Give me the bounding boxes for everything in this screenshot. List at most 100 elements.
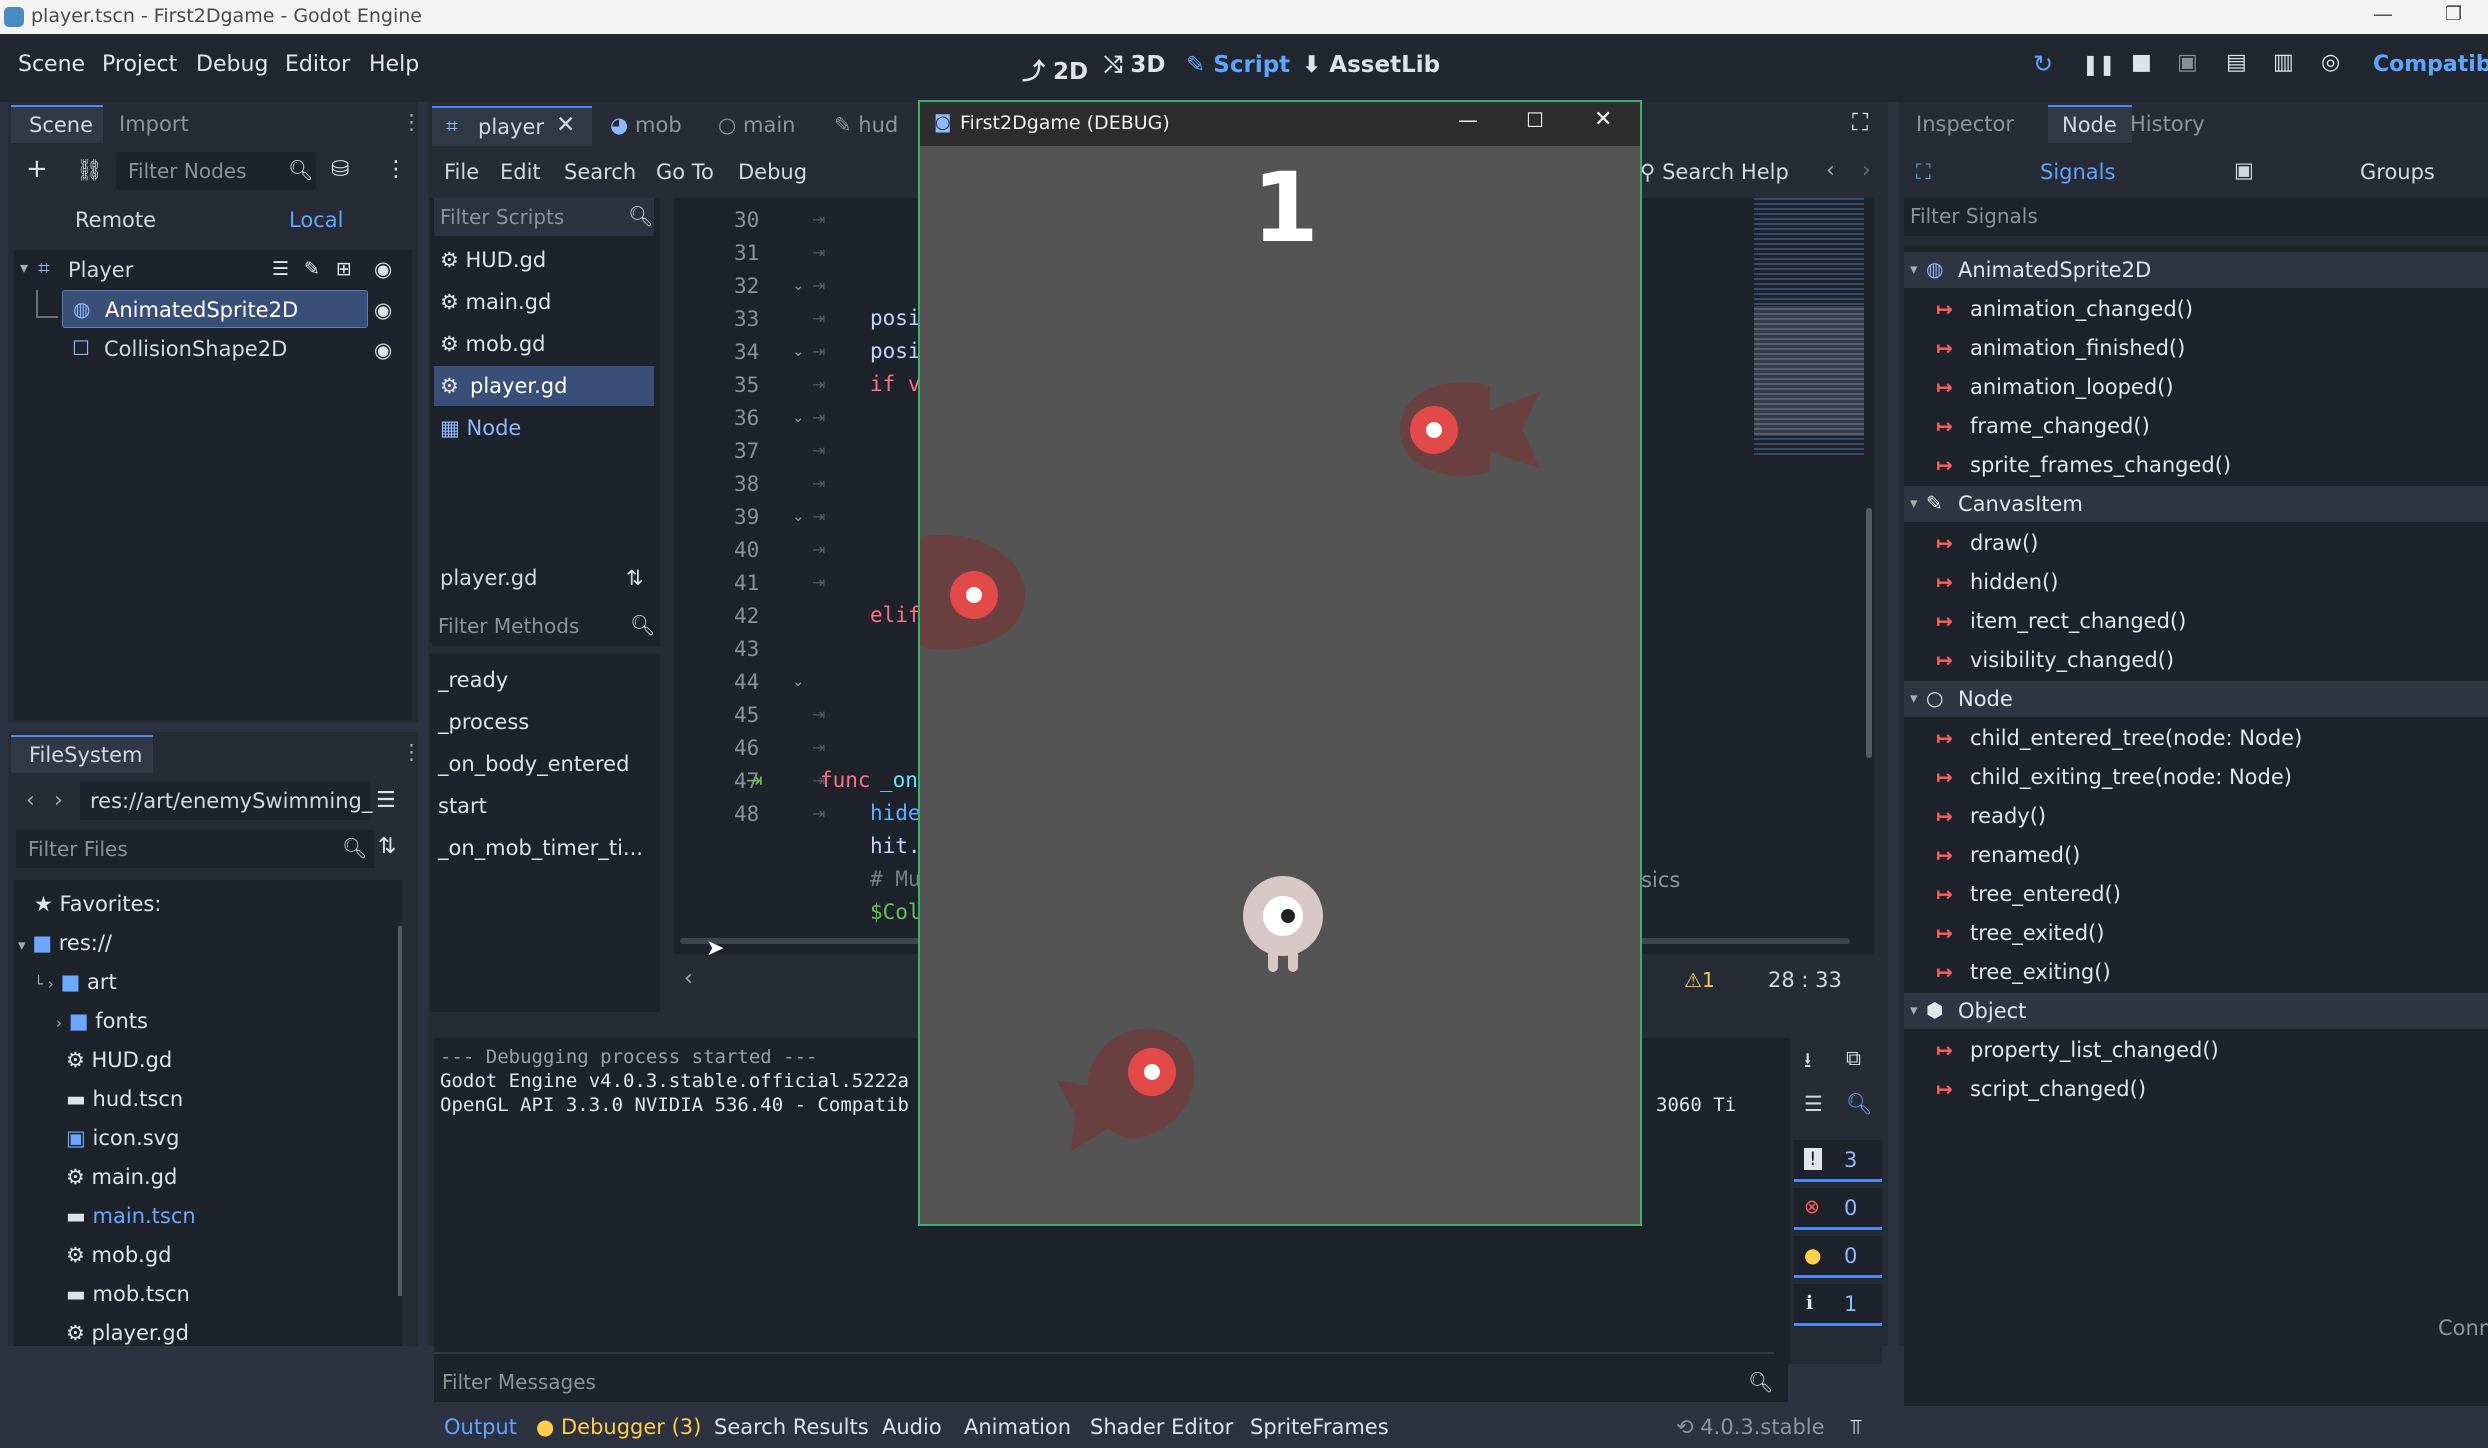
list-item[interactable]: ⚙ mob.gd	[66, 1243, 172, 1267]
signal-item[interactable]: ↦ item_rect_changed()	[1904, 603, 2488, 639]
add-node-icon[interactable]: +	[26, 154, 48, 184]
fold-icon[interactable]: ⌄	[792, 507, 805, 525]
forward-icon[interactable]: ›	[1862, 158, 1871, 183]
list-item[interactable]: ⚙ main.gd	[440, 290, 551, 314]
maximize-icon[interactable]: ☐	[1526, 108, 1544, 132]
tab-inspector[interactable]: Inspector	[1916, 112, 2014, 136]
collapse-icon[interactable]: ‹	[684, 966, 693, 991]
tab-spriteframes[interactable]: SpriteFrames	[1250, 1415, 1389, 1439]
list-item[interactable]: start	[438, 794, 487, 818]
list-item[interactable]: _process	[438, 710, 529, 734]
minimize-icon[interactable]: —	[1458, 108, 1478, 132]
fold-icon[interactable]: ⌄	[792, 672, 805, 690]
stop-icon[interactable]: ■	[2131, 50, 2152, 75]
tree-item-animatedsprite2d[interactable]: ◍ AnimatedSprite2D	[62, 290, 368, 328]
fold-icon[interactable]: ⌄	[792, 276, 805, 294]
visibility-icon[interactable]: ◉	[374, 257, 392, 281]
filter-messages-input[interactable]: Filter Messages 🔍︎	[434, 1364, 1788, 1402]
filter-files-input[interactable]: Filter Files 🔍︎	[16, 830, 374, 868]
split-view-icon[interactable]: ☰	[376, 788, 396, 813]
scrollbar[interactable]	[398, 926, 402, 1296]
signal-item[interactable]: ↦ tree_exiting()	[1904, 954, 2488, 990]
signal-item[interactable]: ↦ ready()	[1904, 798, 2488, 834]
signal-item[interactable]: ↦ child_entered_tree(node: Node)	[1904, 720, 2488, 756]
filter-messages-toggle[interactable]: ! 3	[1794, 1140, 1882, 1182]
list-item[interactable]: _ready	[438, 668, 508, 692]
signal-item[interactable]: ↦ tree_exited()	[1904, 915, 2488, 951]
filter-nodes-input[interactable]: Filter Nodes 🔍︎	[116, 152, 316, 190]
tab-import[interactable]: Import	[119, 112, 189, 136]
vertical-scrollbar[interactable]	[1866, 508, 1872, 758]
signals-tab[interactable]: Signals	[2040, 160, 2115, 184]
list-item[interactable]: ▬ mob.tscn	[66, 1282, 190, 1306]
forward-icon[interactable]: ›	[54, 788, 63, 813]
menu-edit[interactable]: Edit	[500, 160, 541, 184]
minimize-icon[interactable]: —	[2373, 2, 2393, 26]
menu-help[interactable]: Help	[369, 52, 419, 77]
restart-icon[interactable]: ↻	[2033, 50, 2053, 78]
list-item[interactable]: ★ Favorites:	[34, 892, 161, 916]
sort-icon[interactable]: ⇅	[378, 834, 396, 859]
dock-menu-icon[interactable]: ⋮	[401, 740, 422, 764]
signal-item[interactable]: ↦ hidden()	[1904, 564, 2488, 600]
scene-menu-icon[interactable]: ⋮	[385, 157, 407, 182]
signal-item[interactable]: ↦ property_list_changed()	[1904, 1032, 2488, 1068]
signal-item[interactable]: ↦ animation_finished()	[1904, 330, 2488, 366]
filter-errors-toggle[interactable]: ⊗ 0	[1794, 1188, 1882, 1230]
signal-group-header[interactable]: ▾ ✎ CanvasItem	[1904, 486, 2488, 522]
back-icon[interactable]: ‹	[1826, 158, 1835, 183]
tab-animation[interactable]: Animation	[964, 1415, 1071, 1439]
mode-script-button[interactable]: ✎ Script	[1186, 52, 1290, 78]
warning-counter[interactable]: ⚠1	[1684, 968, 1715, 992]
game-window[interactable]: ◙ First2Dgame (DEBUG) — ☐ ✕ 1	[918, 100, 1642, 1226]
menu-file[interactable]: File	[444, 160, 479, 184]
filter-methods-input[interactable]: Filter Methods 🔍︎	[432, 606, 660, 646]
list-item[interactable]: ⚙ mob.gd	[440, 332, 546, 356]
list-item-selected[interactable]: ⚙ player.gd	[434, 366, 654, 406]
filter-signals-input[interactable]: Filter Signals	[1904, 198, 2488, 236]
signal-item[interactable]: ↦ renamed()	[1904, 837, 2488, 873]
mode-assetlib-button[interactable]: ⬇ AssetLib	[1302, 52, 1440, 78]
menu-goto[interactable]: Go To	[656, 160, 714, 184]
signal-item[interactable]: ↦ animation_changed()	[1904, 291, 2488, 327]
signal-group-header[interactable]: ▾ ⬢ Object	[1904, 993, 2488, 1029]
list-item[interactable]: _on_mob_timer_ti...	[438, 836, 643, 860]
script-attached-icon[interactable]: ✎	[304, 258, 320, 280]
signal-group-header[interactable]: ▾ ○ Node	[1904, 681, 2488, 717]
fold-icon[interactable]: ⌄	[792, 342, 805, 360]
list-item[interactable]: └ › ■ art	[34, 970, 117, 994]
tab-main[interactable]: ○ main	[718, 113, 796, 137]
menu-scene[interactable]: Scene	[18, 52, 85, 77]
list-item[interactable]: ▦ Node	[440, 416, 521, 440]
tab-scene[interactable]: Scene	[11, 105, 103, 143]
tree-item-collisionshape2d[interactable]: ☐ CollisionShape2D	[62, 330, 368, 368]
signal-item[interactable]: ↦ visibility_changed()	[1904, 642, 2488, 678]
signal-item[interactable]: ↦ tree_entered()	[1904, 876, 2488, 912]
fullscreen-icon[interactable]: ⛶	[1852, 110, 1868, 136]
fold-icon[interactable]: ⌄	[792, 408, 805, 426]
local-button[interactable]: Local	[289, 208, 343, 232]
search-icon[interactable]: 🔍︎	[1846, 1092, 1873, 1117]
renderer-button[interactable]: Compatibil	[2373, 52, 2488, 77]
signal-group-header[interactable]: ▾ ◍ AnimatedSprite2D	[1904, 252, 2488, 288]
run-custom-icon[interactable]: ▥	[2273, 50, 2294, 75]
clear-output-icon[interactable]: ⭳	[1804, 1046, 1811, 1081]
tab-audio[interactable]: Audio	[882, 1415, 942, 1439]
menu-search[interactable]: Search	[564, 160, 636, 184]
collapse-dupes-icon[interactable]: ☰	[1804, 1092, 1823, 1116]
minimap[interactable]	[1754, 198, 1864, 458]
tab-history[interactable]: History	[2130, 112, 2205, 136]
list-item[interactable]: ⚙ HUD.gd	[440, 248, 546, 272]
list-item[interactable]: ⚙ HUD.gd	[66, 1048, 172, 1072]
list-item[interactable]: _on_body_entered	[438, 752, 629, 776]
search-help-button[interactable]: ⚲ Search Help	[1640, 160, 1789, 184]
sort-icon[interactable]: ⇅	[626, 566, 644, 590]
signal-item[interactable]: ↦ child_exiting_tree(node: Node)	[1904, 759, 2488, 795]
signal-item[interactable]: ↦ frame_changed()	[1904, 408, 2488, 444]
tab-player[interactable]: ⌗ player ✕	[432, 106, 592, 146]
list-item[interactable]: ▾ ■ res://	[18, 931, 112, 955]
tab-hud[interactable]: ✎ hud	[834, 113, 898, 137]
filter-scripts-input[interactable]: Filter Scripts 🔍︎	[434, 198, 654, 236]
mode-3d-button[interactable]: ⤭ 3D	[1104, 52, 1166, 78]
dock-menu-icon[interactable]: ⋮	[401, 110, 422, 134]
